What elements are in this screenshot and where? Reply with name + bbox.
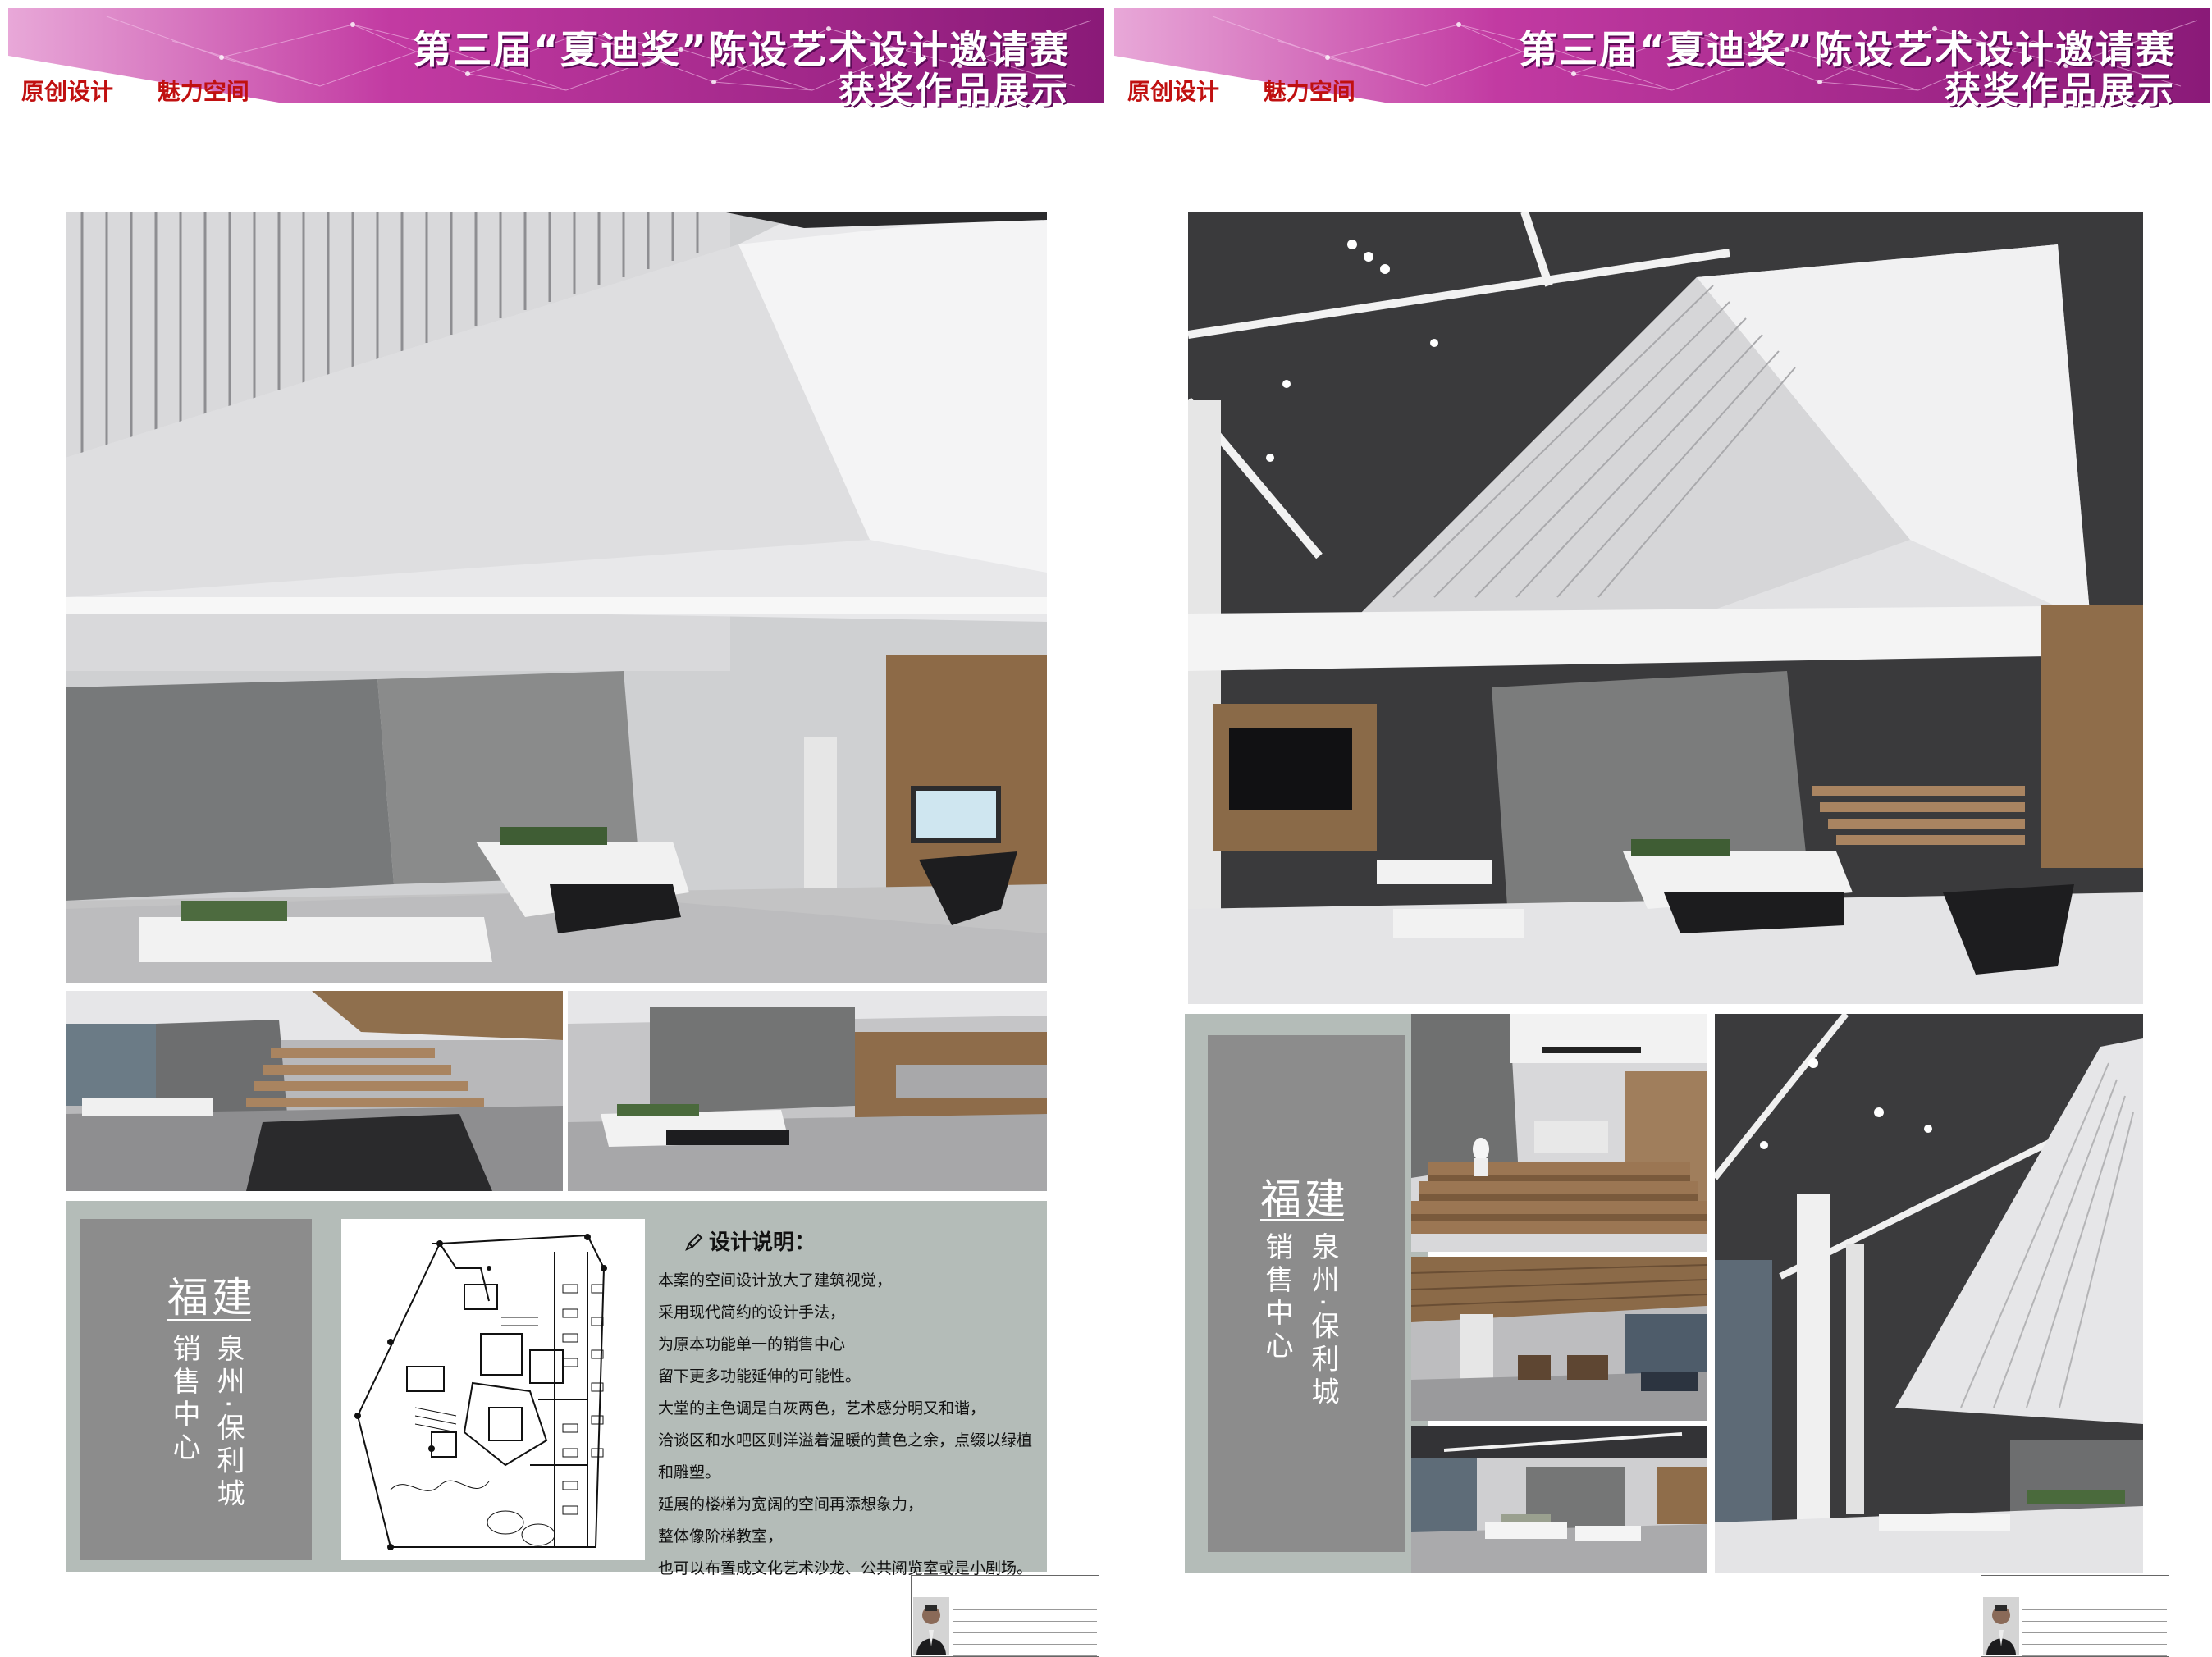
poster-left: 第三届“夏迪奖”陈设艺术设计邀请赛 获奖作品展示 原创设计 魅力空间 福建 泉州…	[0, 0, 1106, 1657]
floor-plan-drawing	[341, 1219, 645, 1560]
card-row	[953, 1645, 1097, 1656]
reception-render	[568, 991, 1047, 1191]
banner-subtitle: 获奖作品展示	[1945, 70, 2176, 112]
photo-vertical-atrium	[1715, 1014, 2143, 1573]
lounge-render	[1411, 1257, 1707, 1421]
poster-right: 第三届“夏迪奖”陈设艺术设计邀请赛 获奖作品展示 原创设计 魅力空间 福建 泉州…	[1106, 0, 2212, 1657]
card-row	[2022, 1622, 2167, 1633]
tagline-original-design: 原创设计	[1127, 78, 1220, 105]
photo-lounge	[1411, 1257, 1707, 1421]
description-line: 洽谈区和水吧区则洋溢着温暖的黄色之余，点缀以绿植	[658, 1431, 1033, 1449]
project-city: 泉州·保利城	[1306, 1232, 1339, 1410]
description-line: 整体像阶梯教室，	[658, 1527, 784, 1545]
designer-info-card	[1981, 1575, 2169, 1657]
description-line: 采用现代简约的设计手法，	[658, 1303, 846, 1321]
model-display-render	[1411, 1426, 1707, 1573]
description-line: 和雕塑。	[658, 1463, 721, 1481]
description-heading-text: 设计说明：	[709, 1230, 816, 1255]
banner-subtitle: 获奖作品展示	[839, 70, 1070, 112]
project-region: 福建	[167, 1274, 256, 1321]
photo-lobby-main	[66, 212, 1047, 983]
card-row	[953, 1610, 1097, 1622]
project-type: 销售中心	[167, 1334, 200, 1465]
description-body: 本案的空间设计放大了建筑视觉， 采用现代简约的设计手法， 为原本功能单一的销售中…	[658, 1265, 1035, 1585]
card-row	[2022, 1599, 2167, 1610]
photo-seating-steps	[1411, 1014, 1707, 1252]
description-line: 为原本功能单一的销售中心	[658, 1335, 846, 1353]
designer-photo	[913, 1597, 949, 1655]
vertical-atrium-render	[1715, 1014, 2143, 1573]
photo-reception	[568, 991, 1047, 1191]
designer-info-card	[911, 1575, 1099, 1657]
card-row	[953, 1633, 1097, 1645]
title-divider	[1260, 1219, 1344, 1221]
card-row	[953, 1622, 1097, 1633]
pen-icon	[685, 1233, 703, 1251]
description-line: 留下更多功能延伸的可能性。	[658, 1367, 861, 1385]
photo-model-display	[1411, 1426, 1707, 1573]
project-title-box: 福建 泉州·保利城 销售中心	[1208, 1035, 1405, 1552]
card-row	[2022, 1633, 2167, 1645]
tagline-charm-space: 魅力空间	[1263, 78, 1355, 105]
card-row	[2022, 1610, 2167, 1622]
tagline: 原创设计 魅力空间	[1127, 74, 1392, 107]
designer-portrait	[913, 1597, 949, 1655]
title-divider	[167, 1319, 251, 1321]
seating-steps-render	[1411, 1014, 1707, 1252]
card-row	[953, 1599, 1097, 1610]
tagline: 原创设计 魅力空间	[21, 74, 286, 107]
tagline-charm-space: 魅力空间	[157, 78, 249, 105]
floor-plan	[341, 1219, 645, 1560]
tagline-original-design: 原创设计	[21, 78, 114, 105]
project-type: 销售中心	[1260, 1232, 1293, 1363]
card-row	[2022, 1645, 2167, 1656]
atrium-render	[1188, 212, 2143, 1004]
lobby-render	[66, 212, 1047, 983]
description-line: 延展的楼梯为宽阔的空间再添想象力，	[658, 1495, 924, 1513]
description-line: 本案的空间设计放大了建筑视觉，	[658, 1271, 893, 1290]
designer-portrait	[1983, 1597, 2019, 1655]
description-line: 大堂的主色调是白灰两色，艺术感分明又和谐，	[658, 1399, 986, 1417]
project-title-box: 福建 泉州·保利城 销售中心	[80, 1219, 312, 1560]
project-info-panel: 福建 泉州·保利城 销售中心 设计说明： 本案的空间设计放大了建筑视觉， 采用现…	[66, 1201, 1047, 1577]
project-city: 泉州·保利城	[212, 1334, 245, 1512]
staircase-render	[66, 991, 563, 1191]
description-heading: 设计说明：	[684, 1226, 816, 1256]
photo-staircase	[66, 991, 563, 1191]
project-region: 福建	[1260, 1175, 1349, 1223]
designer-photo	[1983, 1597, 2019, 1655]
photo-atrium-main	[1188, 212, 2143, 1004]
